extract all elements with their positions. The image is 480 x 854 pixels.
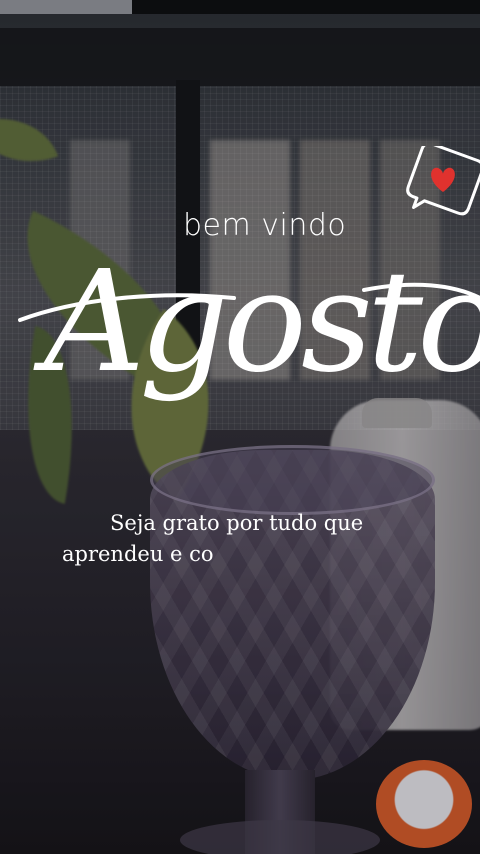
month-script-title: Agosto <box>18 241 480 404</box>
quote-text: Seja grato por tudo que aprendeu e co <box>62 508 422 570</box>
quote-line-1: Seja grato por tudo que <box>110 511 364 535</box>
story-photo: bem vindo Agosto Seja grato por tudo que… <box>0 0 480 854</box>
quote-line-2: aprendeu e co <box>62 542 214 566</box>
svg-text:Agosto: Agosto <box>33 241 480 404</box>
